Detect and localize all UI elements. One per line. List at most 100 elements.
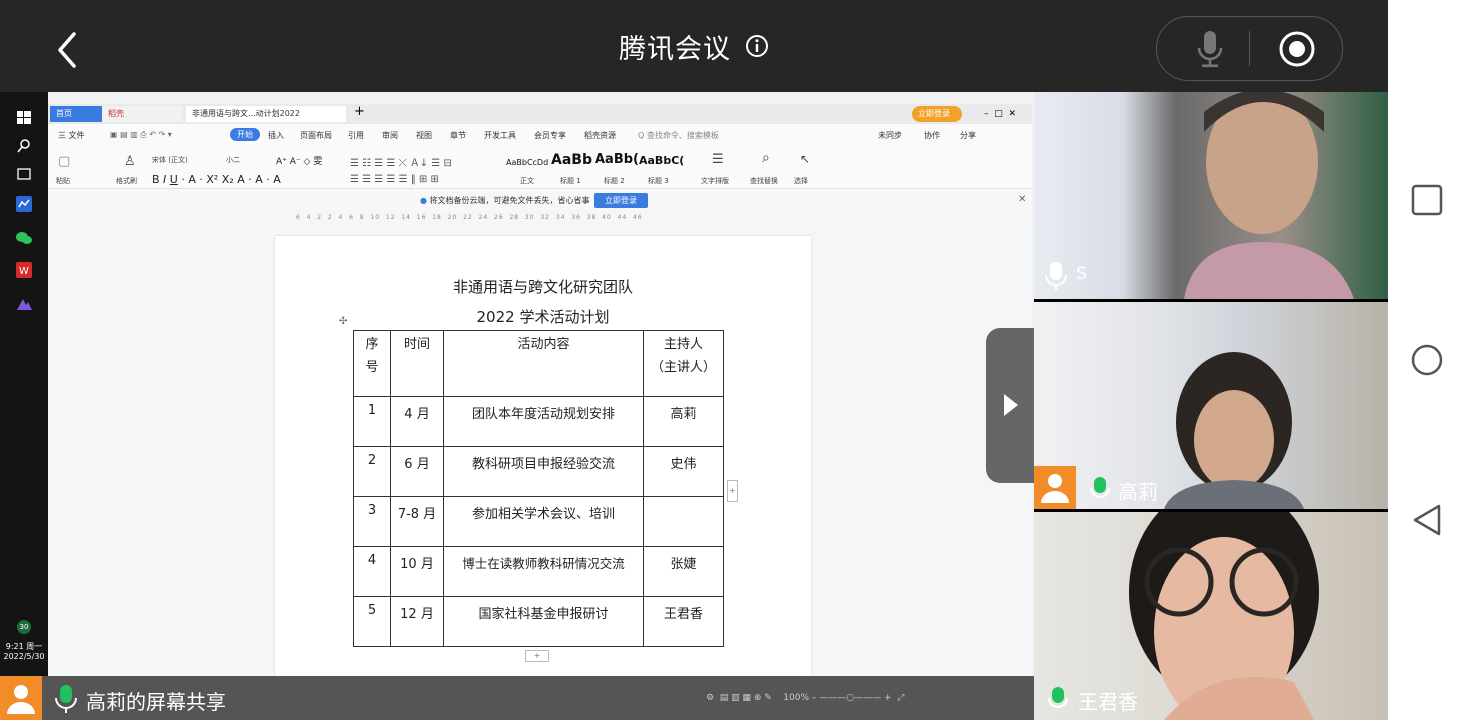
participant-name: S	[1076, 264, 1087, 284]
select-icon[interactable]: ↖	[800, 152, 810, 166]
wps-status-tools[interactable]: ⚙ ▤ ▥ ▦ ⊕ ✎ 100% – ———○——— + ⤢	[706, 693, 904, 703]
header-host-line2: （主讲人）	[650, 360, 716, 375]
window-controls[interactable]: – □ ✕	[978, 106, 1022, 122]
menu-docer-resources[interactable]: 稻壳资源	[584, 130, 616, 141]
style-normal-preview[interactable]: AaBbCcDd	[506, 158, 548, 167]
activity-table: 序号 时间 活动内容 主持人 （主讲人） 1 4 月 团队本年度活动规划安排 高莉…	[353, 330, 724, 647]
font-name-select[interactable]: 宋体 (正文)	[152, 155, 188, 165]
back-triangle-icon[interactable]	[1410, 503, 1444, 537]
font-grow-shrink[interactable]: A⁺ A⁻ ◇ 雯	[276, 154, 322, 167]
find-replace-label[interactable]: 查找替换	[750, 176, 778, 186]
wps-tab-bar: 首页 稻壳 非通用语与跨文...动计划2022 + 立即登录 – □ ✕	[48, 104, 1032, 124]
next-page-handle[interactable]	[986, 328, 1034, 483]
wps-window: 首页 稻壳 非通用语与跨文...动计划2022 + 立即登录 – □ ✕ 三 文…	[48, 104, 1032, 678]
windows-taskbar: W 30 9:21 周一 2022/5/30	[0, 92, 48, 720]
menu-member[interactable]: 会员专享	[534, 130, 566, 141]
participant-name: 高莉	[1118, 480, 1158, 504]
style-h2-label[interactable]: 标题 2	[604, 176, 625, 186]
tab-docer[interactable]: 稻壳	[102, 106, 182, 122]
text-layout-icon[interactable]: ☰	[712, 152, 724, 167]
paragraph-buttons[interactable]: ☰ ☷ ☰ ☰ ⤫ Ａ↓ ☰ ⊟	[350, 154, 452, 169]
add-row-icon[interactable]: +	[525, 650, 549, 662]
select-label[interactable]: 选择	[794, 176, 808, 186]
style-h3-label[interactable]: 标题 3	[648, 176, 669, 186]
style-h1-preview[interactable]: AaBb	[551, 152, 592, 168]
add-column-icon[interactable]: +	[727, 480, 738, 502]
menu-references[interactable]: 引用	[348, 130, 364, 141]
svg-text:W: W	[19, 266, 29, 277]
recent-apps-icon[interactable]	[1410, 183, 1444, 217]
mic-muted-icon	[1045, 262, 1067, 290]
tab-document[interactable]: 非通用语与跨文...动计划2022	[186, 106, 346, 122]
menu-view[interactable]: 视图	[416, 130, 432, 141]
text-format-buttons[interactable]: B I U · A · X² X₂ A · A · A	[152, 173, 281, 186]
login-badge[interactable]: 立即登录	[912, 106, 962, 122]
style-normal-label[interactable]: 正文	[520, 176, 534, 186]
table-row: 1 4 月 团队本年度活动规划安排 高莉	[353, 396, 724, 447]
collaborate-button[interactable]: 协作	[924, 130, 940, 141]
wps-icon[interactable]: W	[14, 262, 34, 278]
font-size-select[interactable]: 小二	[226, 155, 240, 165]
meeting-title: 腾讯会议	[619, 33, 731, 65]
row-no: 1	[353, 396, 391, 447]
new-tab-icon[interactable]: +	[348, 104, 371, 120]
style-h2-preview[interactable]: AaBb(	[595, 152, 639, 167]
mic-icon[interactable]	[1193, 29, 1227, 69]
notice-login-button[interactable]: 立即登录	[594, 193, 648, 208]
menu-review[interactable]: 审阅	[382, 130, 398, 141]
command-search[interactable]: Q 查找命令、搜索模板	[638, 130, 719, 141]
app-blue-icon[interactable]	[14, 196, 34, 212]
share-button[interactable]: 分享	[960, 130, 976, 141]
menu-layout[interactable]: 页面布局	[300, 130, 332, 141]
participant-video-3[interactable]: 王君香	[1034, 512, 1388, 720]
header-no-line1: 序	[365, 337, 379, 352]
home-icon[interactable]	[1410, 343, 1444, 377]
row-time: 6 月	[390, 446, 444, 497]
tab-home[interactable]: 首页	[50, 106, 102, 122]
app-purple-icon[interactable]	[14, 296, 34, 312]
row-content: 团队本年度活动规划安排	[443, 396, 644, 447]
find-replace-icon[interactable]: ⌕	[762, 150, 770, 166]
style-h3-preview[interactable]: AaBbC(	[639, 154, 684, 167]
search-icon[interactable]	[14, 138, 34, 154]
table-row: 4 10 月 博士在读教师教科研情况交流 张婕	[353, 546, 724, 597]
participant-video-1[interactable]: S	[1034, 92, 1388, 299]
style-h1-label[interactable]: 标题 1	[560, 176, 581, 186]
avatar-icon	[1034, 466, 1076, 509]
menu-insert[interactable]: 插入	[268, 130, 284, 141]
header-host-line1: 主持人	[663, 337, 703, 352]
format-painter-label[interactable]: 格式刷	[116, 176, 137, 186]
speaking-mic-icon	[1090, 477, 1110, 498]
format-painter-icon[interactable]: ♙	[124, 154, 136, 169]
record-icon[interactable]	[1278, 30, 1316, 68]
table-row: 5 12 月 国家社科基金申报研讨 王君香	[353, 596, 724, 647]
align-buttons[interactable]: ☰ ☰ ☰ ☰ ☰ ‖ ⊞ ⊞	[350, 174, 439, 185]
clock-date: 2022/5/30	[3, 652, 45, 661]
notice-message: 将文档备份云端，可避免文件丢失，省心省事	[429, 196, 590, 205]
wechat-icon[interactable]	[14, 230, 34, 246]
quick-access-icons[interactable]: ▣ ▤ ▥ ⎙ ↶ ↷ ▾	[110, 130, 172, 140]
windows-start-icon[interactable]	[14, 110, 34, 126]
row-host: 张婕	[643, 546, 724, 597]
ruler-ticks: 6 4 2 2 4 6 8 10 12 14 16 18 20 22 24 26…	[296, 214, 643, 221]
row-content: 博士在读教师教科研情况交流	[443, 546, 644, 597]
paste-icon[interactable]: ▢	[58, 154, 70, 169]
text-layout-label[interactable]: 文字排版	[701, 176, 729, 186]
shared-screen: W 30 9:21 周一 2022/5/30 首页 稻壳 非通用语与跨文...动…	[0, 92, 1034, 720]
participant-name: 王君香	[1078, 690, 1138, 714]
close-icon[interactable]: ✕	[1018, 194, 1026, 205]
sync-status[interactable]: 未同步	[878, 130, 902, 141]
menu-file[interactable]: 三 文件	[58, 130, 85, 141]
menu-start[interactable]: 开始	[230, 128, 260, 141]
menu-developer[interactable]: 开发工具	[484, 130, 516, 141]
table-move-handle-icon[interactable]: ✣	[339, 316, 347, 327]
task-view-icon[interactable]	[14, 166, 34, 182]
clock-time: 9:21 周一	[5, 642, 43, 651]
paste-label[interactable]: 粘贴	[56, 176, 70, 186]
participant-photo	[1184, 92, 1354, 299]
menu-chapter[interactable]: 章节	[450, 130, 466, 141]
participant-video-2[interactable]: 高莉	[1034, 302, 1388, 509]
document-subtitle: 2022 学术活动计划	[476, 308, 610, 326]
row-host: 史伟	[643, 446, 724, 497]
info-icon[interactable]	[745, 34, 769, 58]
